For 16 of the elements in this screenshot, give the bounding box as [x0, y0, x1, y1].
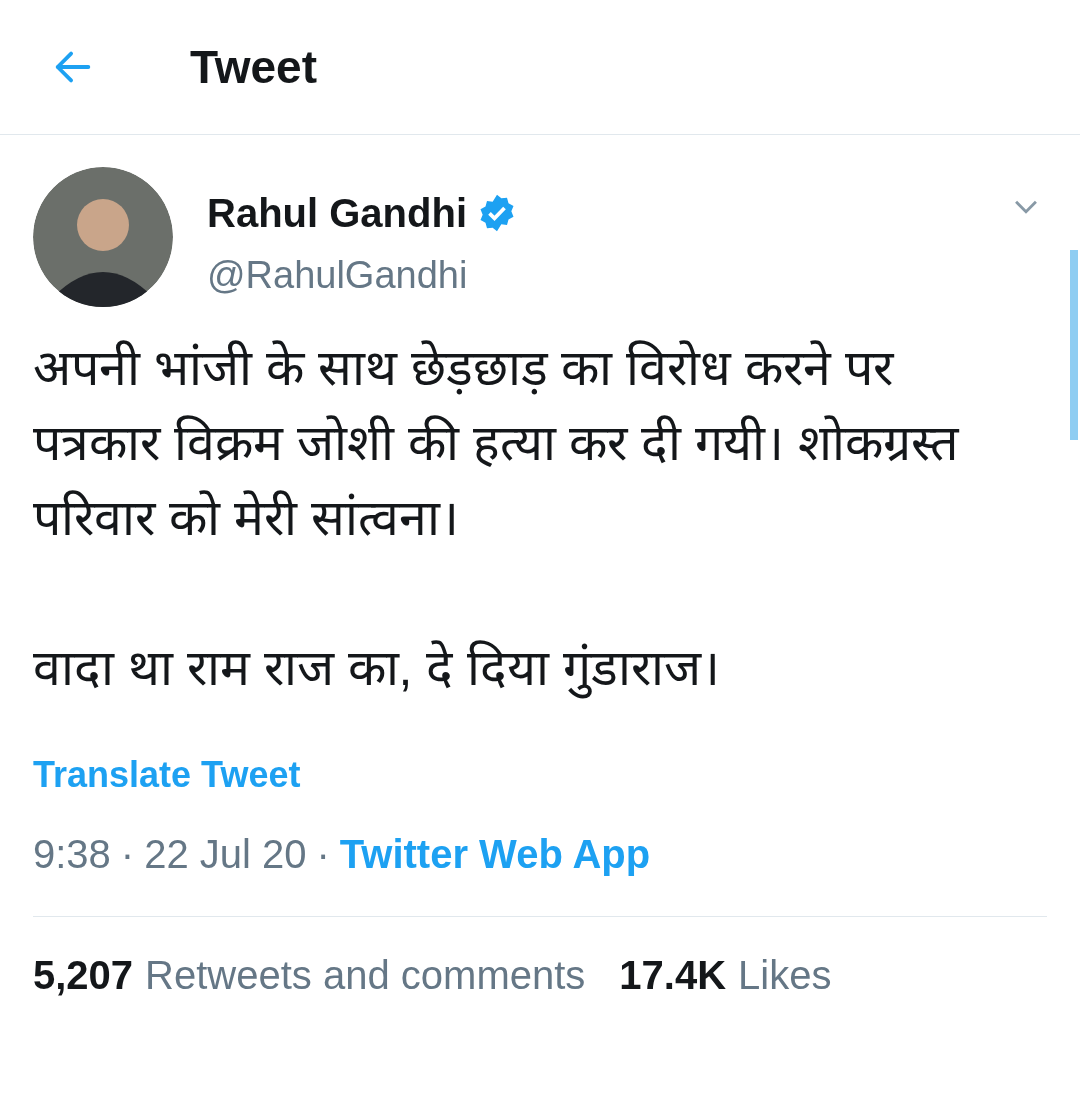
page-title: Tweet [190, 39, 317, 95]
source-link[interactable]: Twitter Web App [339, 824, 651, 884]
separator-dot: · [316, 831, 330, 878]
author-name[interactable]: Rahul Gandhi [207, 183, 467, 243]
tweet-date: 22 Jul 20 [144, 831, 307, 878]
author-handle: @RahulGandhi [207, 253, 469, 298]
stat-count: 17.4K [619, 952, 727, 999]
translate-link[interactable]: Translate Tweet [33, 748, 301, 802]
scroll-bar[interactable] [1070, 250, 1078, 440]
tweet-text: वादा था राम राज का, दे दिया गुंडाराज। [33, 631, 1027, 706]
tweet-time: 9:38 [33, 831, 111, 878]
stat-label[interactable]: Likes [738, 945, 832, 1005]
stat-label[interactable]: Retweets and comments [145, 945, 586, 1005]
stat-count: 5,207 [33, 952, 134, 999]
separator-dot: · [120, 831, 135, 878]
tweet-text: अपनी भांजी के साथ छेड़छाड़ का विरोध करने पर पत्रकार विक्रम जोशी की हत्या कर दी गयी। शोकग्रस्त परिवार को मेरी सांत्वना। [33, 339, 961, 548]
